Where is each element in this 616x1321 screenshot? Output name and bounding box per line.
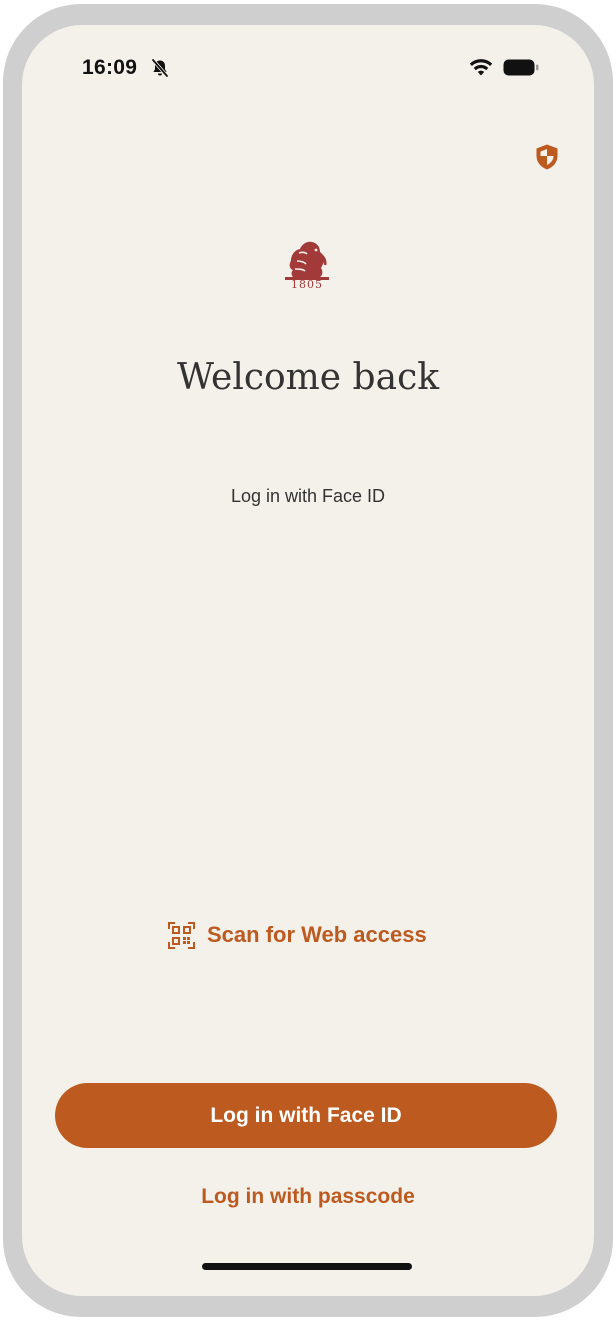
battery-icon [503, 59, 539, 76]
page-title: Welcome back [176, 357, 440, 398]
qr-code-icon [168, 921, 195, 949]
device-frame: 16:09 1805 Welcome back Log in with Face… [3, 4, 613, 1317]
home-indicator[interactable] [202, 1263, 412, 1270]
wifi-icon [469, 59, 493, 76]
face-id-login-button[interactable]: Log in with Face ID [55, 1083, 557, 1148]
status-time: 16:09 [82, 56, 138, 79]
bell-slash-icon [151, 58, 169, 78]
scan-web-access-label: Scan for Web access [207, 922, 427, 947]
passcode-login-link[interactable]: Log in with passcode [22, 1185, 594, 1209]
face-id-subtitle: Log in with Face ID [230, 486, 386, 506]
logo-year: 1805 [291, 278, 323, 291]
scan-web-access-link[interactable]: Scan for Web access [168, 915, 427, 955]
app-screen: 16:09 1805 Welcome back Log in with Face… [22, 25, 594, 1296]
shield-icon[interactable] [534, 143, 560, 171]
